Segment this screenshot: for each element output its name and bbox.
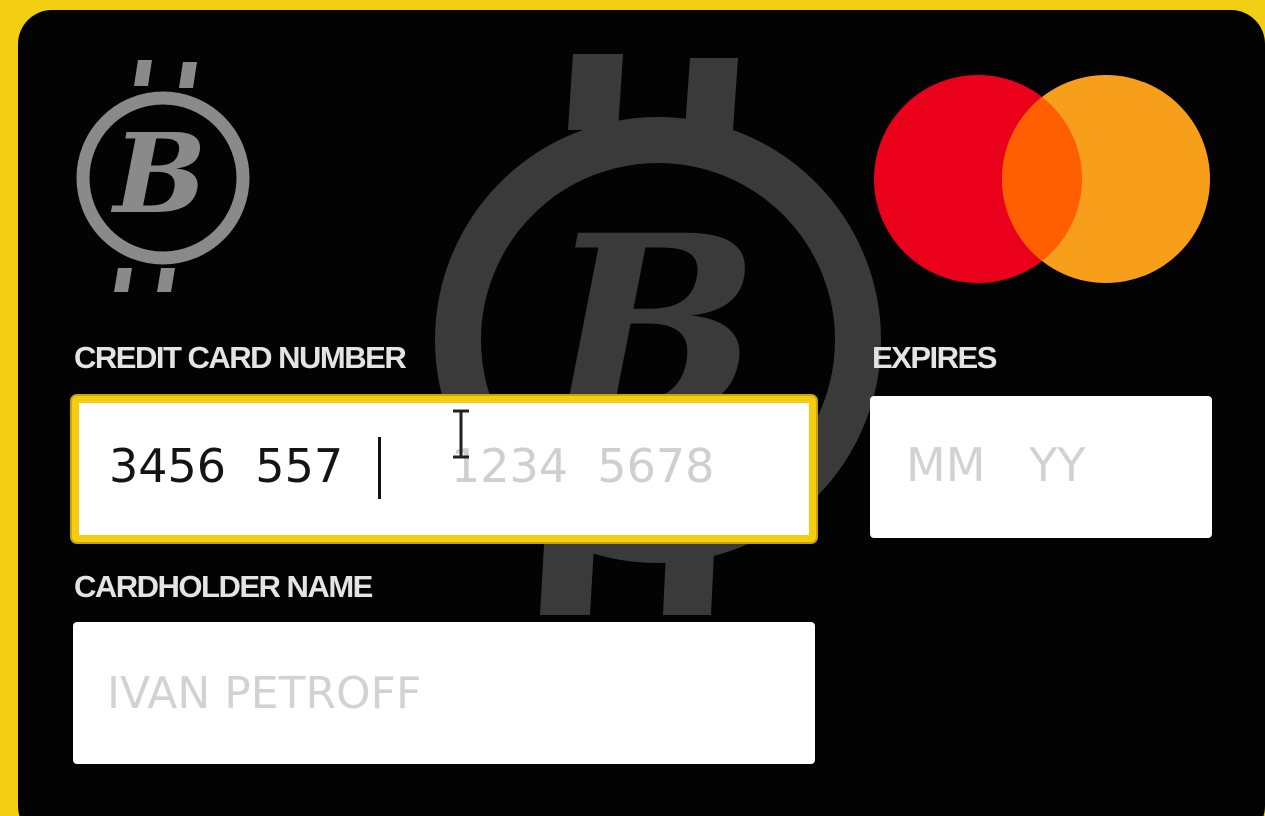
card-number-placeholder: 1234 5678 (451, 439, 715, 493)
expires-input[interactable]: MM YY (870, 396, 1212, 538)
cardholder-name-input[interactable]: IVAN PETROFF (73, 622, 815, 764)
mastercard-logo-icon (874, 75, 1210, 283)
bitcoin-watermark-icon: B (435, 54, 881, 615)
text-caret (378, 437, 381, 499)
expires-label: EXPIRES (872, 340, 997, 375)
cardholder-name-placeholder: IVAN PETROFF (107, 668, 422, 719)
expires-placeholder: MM YY (906, 438, 1086, 492)
card-number-label: CREDIT CARD NUMBER (74, 340, 407, 375)
text-cursor-icon (453, 409, 469, 459)
payment-card: B B CREDIT CARD NUMBER 3456 557 1234 567… (18, 10, 1265, 816)
cardholder-name-label: CARDHOLDER NAME (74, 569, 373, 604)
card-number-input[interactable]: 3456 557 1234 5678 (72, 396, 816, 542)
svg-text:B: B (111, 109, 207, 238)
bitcoin-b-logo-icon: B (76, 60, 250, 292)
card-number-value: 3456 557 (109, 439, 344, 493)
